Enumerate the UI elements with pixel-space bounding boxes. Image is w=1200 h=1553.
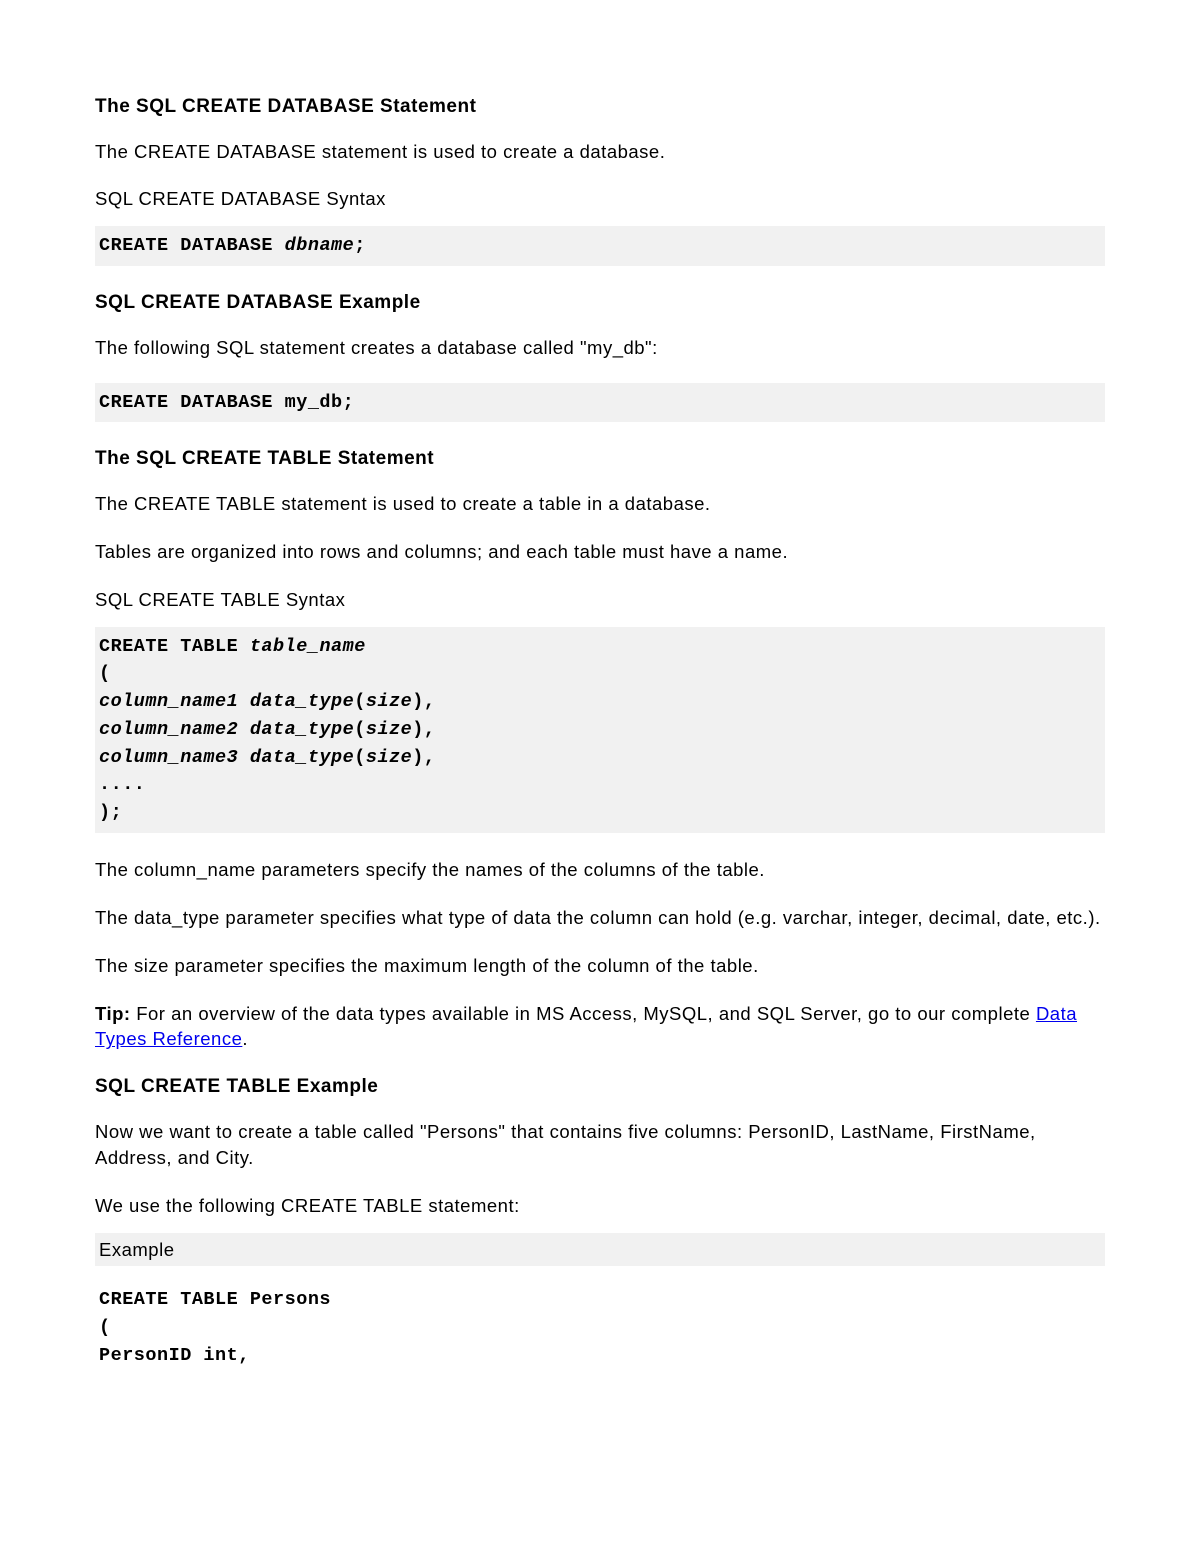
code-keyword: CREATE DATABASE [99,235,285,256]
code-text: ( [354,719,366,740]
label-example: Example [95,1233,1105,1267]
code-variable: dbname [285,235,355,256]
code-text: ; [354,235,366,256]
code-create-table-persons: CREATE TABLE Persons ( PersonID int, [95,1280,1105,1375]
code-create-database-syntax: CREATE DATABASE dbname; [95,226,1105,266]
paragraph-column-name: The column_name parameters specify the n… [95,857,1105,883]
code-variable: column_name2 data_type [99,719,354,740]
paragraph-data-type: The data_type parameter specifies what t… [95,905,1105,931]
document-page: The SQL CREATE DATABASE Statement The CR… [0,0,1200,1436]
code-text: ( [354,747,366,768]
code-create-table-syntax: CREATE TABLE table_name ( column_name1 d… [95,627,1105,833]
code-line: CREATE TABLE Persons [99,1289,331,1310]
paragraph-persons-intro: Now we want to create a table called "Pe… [95,1119,1105,1171]
code-text: ), [412,719,435,740]
code-line: PersonID int, [99,1345,250,1366]
paragraph-create-table-intro2: Tables are organized into rows and colum… [95,539,1105,565]
label-create-database-syntax: SQL CREATE DATABASE Syntax [95,186,1105,212]
tip-text: For an overview of the data types availa… [131,1003,1036,1024]
paragraph-create-database-example: The following SQL statement creates a da… [95,335,1105,361]
code-text: ( [99,663,111,684]
code-text: ), [412,747,435,768]
heading-create-table-example: SQL CREATE TABLE Example [95,1074,1105,1101]
tip-label: Tip: [95,1003,131,1024]
code-keyword: CREATE TABLE [99,636,250,657]
code-variable: size [366,691,412,712]
label-create-table-syntax: SQL CREATE TABLE Syntax [95,587,1105,613]
heading-create-database-statement: The SQL CREATE DATABASE Statement [95,94,1105,121]
code-text: ), [412,691,435,712]
paragraph-create-database-intro: The CREATE DATABASE statement is used to… [95,139,1105,165]
code-text: ); [99,802,122,823]
code-variable: size [366,747,412,768]
code-variable: size [366,719,412,740]
paragraph-size: The size parameter specifies the maximum… [95,953,1105,979]
code-text: ( [354,691,366,712]
code-variable: column_name1 data_type [99,691,354,712]
paragraph-tip: Tip: For an overview of the data types a… [95,1001,1105,1053]
paragraph-persons-use: We use the following CREATE TABLE statem… [95,1193,1105,1219]
code-create-database-example: CREATE DATABASE my_db; [95,383,1105,423]
heading-create-table-statement: The SQL CREATE TABLE Statement [95,446,1105,473]
code-line: ( [99,1317,111,1338]
heading-create-database-example: SQL CREATE DATABASE Example [95,290,1105,317]
code-text: .... [99,774,145,795]
code-variable: column_name3 data_type [99,747,354,768]
tip-text-end: . [242,1028,248,1049]
code-variable: table_name [250,636,366,657]
paragraph-create-table-intro1: The CREATE TABLE statement is used to cr… [95,491,1105,517]
